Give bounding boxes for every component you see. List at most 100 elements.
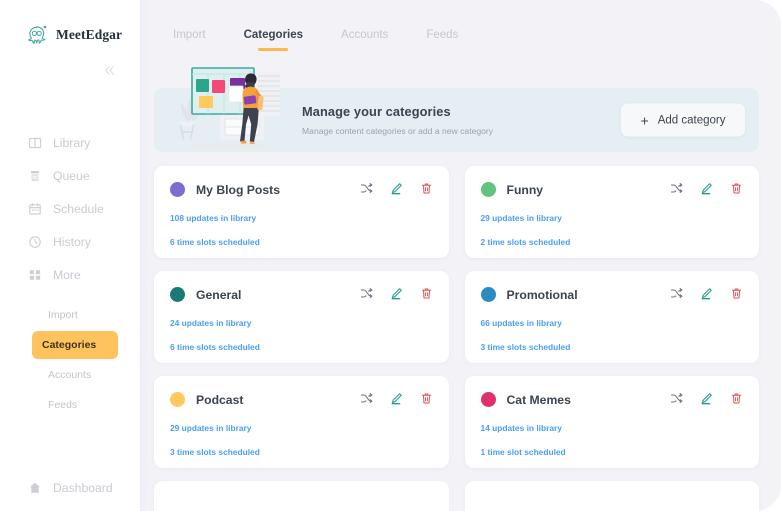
category-card-actions xyxy=(670,182,743,195)
chevron-double-left-icon xyxy=(105,66,114,75)
category-slots-count[interactable]: 1 time slot scheduled xyxy=(481,447,744,457)
category-slots-count[interactable]: 2 time slots scheduled xyxy=(481,237,744,247)
octopus-logo-icon xyxy=(24,22,50,48)
sidebar-subitem-label: Accounts xyxy=(48,369,92,381)
category-updates-count[interactable]: 24 updates in library xyxy=(170,318,433,328)
trash-delete-icon[interactable] xyxy=(420,287,433,300)
calendar-icon xyxy=(28,202,42,216)
pencil-edit-icon[interactable] xyxy=(390,287,403,300)
book-icon xyxy=(28,136,42,150)
category-name: Cat Memes xyxy=(506,392,571,407)
shuffle-icon[interactable] xyxy=(670,287,683,300)
category-updates-count[interactable]: 108 updates in library xyxy=(170,213,433,223)
banner-subtitle: Manage content categories or add a new c… xyxy=(302,126,494,136)
shuffle-icon[interactable] xyxy=(360,392,373,405)
sidebar: MeetEdgar Library Queue Schedule History… xyxy=(0,0,140,511)
category-name: My Blog Posts xyxy=(196,182,280,197)
sidebar-collapse-button[interactable] xyxy=(103,64,116,79)
pencil-edit-icon[interactable] xyxy=(390,392,403,405)
category-name: Podcast xyxy=(196,392,244,407)
tab-feeds[interactable]: Feeds xyxy=(407,28,477,42)
trash-delete-icon[interactable] xyxy=(420,182,433,195)
grid-icon xyxy=(28,268,42,282)
sidebar-subitem-categories[interactable]: Categories xyxy=(32,331,118,359)
sidebar-subitem-feeds[interactable]: Feeds xyxy=(40,391,126,419)
category-color-dot xyxy=(480,182,496,197)
sidebar-subnav: Import Categories Accounts Feeds xyxy=(0,301,140,419)
trash-delete-icon[interactable] xyxy=(730,287,743,300)
category-color-dot xyxy=(170,287,185,302)
tab-label: Categories xyxy=(243,29,304,41)
sidebar-item-queue[interactable]: Queue xyxy=(0,159,140,192)
tab-import[interactable]: Import xyxy=(154,28,225,42)
category-updates-count[interactable]: 14 updates in library xyxy=(481,423,744,433)
category-slots-count[interactable]: 6 time slots scheduled xyxy=(170,237,433,247)
sidebar-subitem-import[interactable]: Import xyxy=(40,301,126,329)
category-card-actions xyxy=(670,392,743,405)
sidebar-item-label: History xyxy=(53,234,91,249)
category-card[interactable] xyxy=(154,481,449,511)
add-category-button[interactable]: + Add category xyxy=(621,103,745,137)
shuffle-icon[interactable] xyxy=(670,392,683,405)
sidebar-subitem-label: Feeds xyxy=(48,399,78,411)
tab-label: Feeds xyxy=(426,29,459,41)
category-updates-count[interactable]: 29 updates in library xyxy=(481,213,744,223)
sidebar-subitem-accounts[interactable]: Accounts xyxy=(40,361,126,389)
pencil-edit-icon[interactable] xyxy=(700,287,713,300)
sidebar-item-library[interactable]: Library xyxy=(0,126,140,159)
sidebar-subitem-label: Import xyxy=(48,309,78,321)
category-card[interactable]: Promotional 66 updates in library 3 time… xyxy=(464,271,759,363)
category-updates-count[interactable]: 66 updates in library xyxy=(481,318,744,328)
categories-grid: My Blog Posts 108 updates in library 6 t… xyxy=(154,166,759,511)
pencil-edit-icon[interactable] xyxy=(700,182,713,195)
sidebar-item-dashboard[interactable]: Dashboard xyxy=(0,473,140,503)
category-card[interactable]: General 24 updates in library 6 time slo… xyxy=(154,271,449,363)
tab-label: Import xyxy=(173,29,206,41)
sidebar-item-label: More xyxy=(53,267,81,282)
home-icon xyxy=(28,481,42,495)
category-card[interactable]: My Blog Posts 108 updates in library 6 t… xyxy=(154,166,449,258)
category-updates-count[interactable]: 29 updates in library xyxy=(170,423,433,433)
banner-title: Manage your categories xyxy=(302,104,451,119)
category-card[interactable]: Funny 29 updates in library 2 time slots… xyxy=(464,166,759,258)
category-card[interactable]: Podcast 29 updates in library 3 time slo… xyxy=(154,376,449,468)
app-window: MeetEdgar Library Queue Schedule History… xyxy=(0,0,781,511)
category-slots-count[interactable]: 6 time slots scheduled xyxy=(170,342,433,352)
sidebar-item-history[interactable]: History xyxy=(0,225,140,258)
sidebar-item-label: Schedule xyxy=(53,201,104,216)
category-color-dot xyxy=(480,287,496,302)
tab-accounts[interactable]: Accounts xyxy=(322,28,407,42)
category-name: Funny xyxy=(506,182,544,197)
category-card[interactable] xyxy=(464,481,759,511)
shuffle-icon[interactable] xyxy=(670,182,683,195)
shuffle-icon[interactable] xyxy=(360,287,373,300)
category-card[interactable]: Cat Memes 14 updates in library 1 time s… xyxy=(464,376,759,468)
tab-categories[interactable]: Categories xyxy=(225,28,322,42)
shuffle-icon[interactable] xyxy=(360,182,373,195)
brand-name: MeetEdgar xyxy=(56,27,123,42)
banner-text: Manage your categories Manage content ca… xyxy=(302,104,493,136)
category-card-actions xyxy=(670,287,743,300)
add-category-label: Add category xyxy=(657,114,726,126)
tab-label: Accounts xyxy=(341,29,389,41)
brand[interactable]: MeetEdgar xyxy=(0,0,140,48)
sidebar-item-more[interactable]: More xyxy=(0,258,140,291)
sidebar-item-schedule[interactable]: Schedule xyxy=(0,192,140,225)
banner-region: Manage your categories Manage content ca… xyxy=(154,58,759,152)
sidebar-subitem-label: Categories xyxy=(42,339,97,351)
sidebar-nav: Library Queue Schedule History More Impo… xyxy=(0,126,140,419)
queue-stack-icon xyxy=(28,169,42,183)
pencil-edit-icon[interactable] xyxy=(390,182,403,195)
trash-delete-icon[interactable] xyxy=(730,392,743,405)
trash-delete-icon[interactable] xyxy=(730,182,743,195)
category-slots-count[interactable]: 3 time slots scheduled xyxy=(170,447,433,457)
trash-delete-icon[interactable] xyxy=(420,392,433,405)
top-tabs: Import Categories Accounts Feeds xyxy=(140,0,781,56)
category-color-dot xyxy=(170,392,185,407)
sidebar-item-label: Library xyxy=(53,135,91,150)
pencil-edit-icon[interactable] xyxy=(700,392,713,405)
category-card-actions xyxy=(360,287,433,300)
category-name: General xyxy=(196,287,242,302)
category-slots-count[interactable]: 3 time slots scheduled xyxy=(481,342,744,352)
category-card-actions xyxy=(360,392,433,405)
